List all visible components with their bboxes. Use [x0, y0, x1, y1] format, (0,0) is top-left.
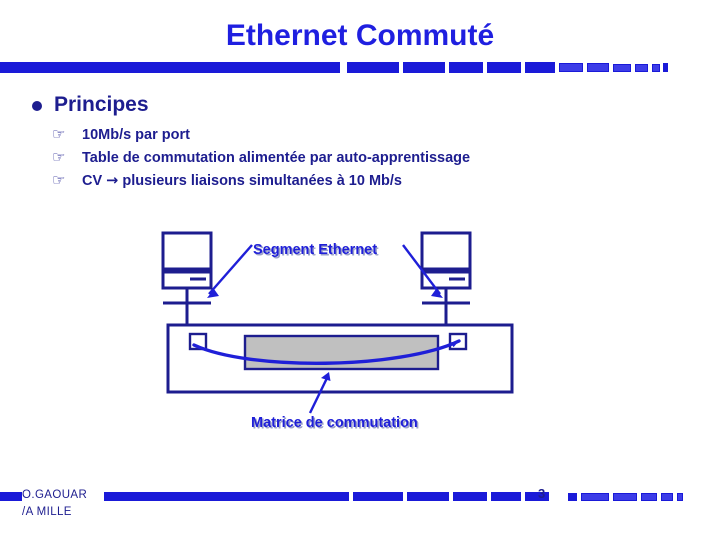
callout-arrow-matrix [308, 375, 330, 414]
bullet-level2-item-3: ☞ CV → plusieurs liaisons simultanées à … [26, 170, 686, 192]
footer-divider-segment [104, 492, 349, 501]
pointing-hand-icon: ☞ [52, 149, 66, 166]
footer-divider-segment [491, 492, 521, 501]
footer-divider-segment [613, 492, 637, 501]
top-divider-segment [663, 63, 668, 72]
top-divider-segment [613, 63, 631, 72]
bullet-dot-icon [32, 101, 42, 111]
footer-divider-segment [453, 492, 487, 501]
bullet-level2-item-2: ☞ Table de commutation alimentée par aut… [26, 147, 686, 169]
footer-divider-segment [0, 492, 22, 501]
footer-author-line2: /A MILLE [22, 506, 72, 518]
pointing-hand-icon: ☞ [52, 172, 66, 189]
page-number: 3 [538, 486, 546, 501]
bullet-level1-label: Principes [54, 93, 149, 116]
bullet-level2-label-3a: CV [82, 173, 107, 189]
bullet-level1-principes: Principes [26, 92, 686, 118]
top-divider-segment [559, 63, 583, 72]
slide-canvas: Ethernet Commuté Principes ☞ 10Mb/s par … [0, 0, 720, 540]
top-divider-segment [0, 62, 340, 73]
bullet-level2-label-2: Table de commutation alimentée par auto-… [82, 150, 471, 166]
footer-author: O.GAOUAR /A MILLE [22, 487, 87, 521]
top-divider-segment [449, 62, 483, 73]
footer-divider-segment [677, 492, 683, 501]
bullet-level2-label-3b: plusieurs liaisons simultanées à 10 Mb/s [118, 173, 402, 189]
bullet-level2-item-1: ☞ 10Mb/s par port [26, 124, 686, 146]
bullet-list: Principes ☞ 10Mb/s par port ☞ Table de c… [26, 92, 686, 193]
top-divider-segment [635, 63, 648, 72]
footer-divider-segment [661, 492, 673, 501]
top-divider-segment [487, 62, 521, 73]
footer-divider-segment [353, 492, 403, 501]
workstation-left-monitor [161, 231, 213, 271]
top-divider-rule [0, 62, 720, 74]
callout-arrow-segment-right-head [431, 289, 443, 298]
footer-divider-rule [0, 491, 720, 503]
footer-divider-segment [641, 492, 657, 501]
page-title: Ethernet Commuté [225, 19, 495, 52]
pointing-hand-icon: ☞ [52, 126, 66, 143]
workstation-right-monitor [420, 231, 472, 271]
right-arrow-icon: → [106, 173, 119, 189]
footer-divider-segment [568, 492, 577, 501]
top-divider-segment [347, 62, 399, 73]
footer-divider-segment [525, 492, 549, 501]
footer-divider-segment [581, 492, 609, 501]
label-matrice-de-commutation: Matrice de commutation [251, 415, 418, 431]
bullet-level2-label-1: 10Mb/s par port [82, 127, 190, 143]
top-divider-segment [587, 63, 609, 72]
top-divider-segment [652, 63, 660, 72]
top-divider-segment [525, 62, 555, 73]
top-divider-segment [403, 62, 445, 73]
label-segment-ethernet: Segment Ethernet [253, 242, 378, 258]
footer-divider-segment [407, 492, 449, 501]
footer-author-line1: O.GAOUAR [22, 489, 88, 501]
callout-arrow-segment-left [208, 244, 253, 295]
switched-ethernet-diagram: Segment Ethernet Matrice de commutation [0, 215, 720, 445]
